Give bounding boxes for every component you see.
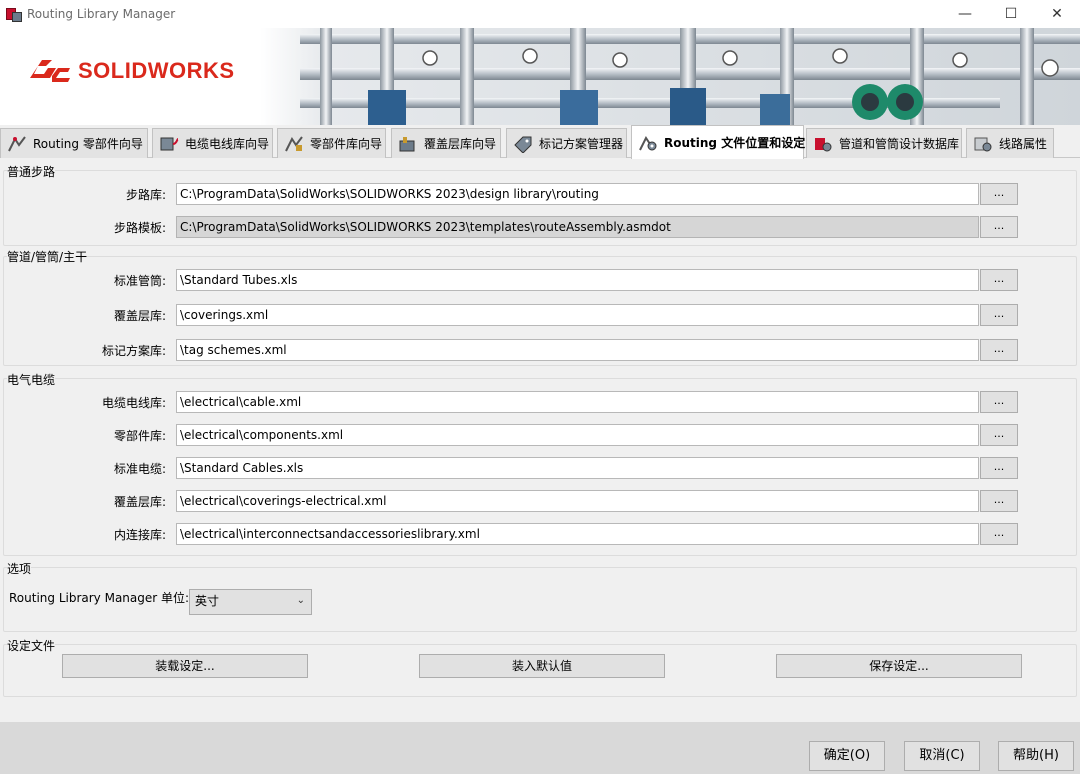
standard-cables-label: 标准电缆: [113, 462, 166, 476]
load-settings-button[interactable]: 装载设定... [62, 654, 308, 678]
tab-bar: Routing 零部件向导 电缆电线库向导 零部件库向导 覆盖层库向导 标记方案… [0, 125, 1080, 159]
maximize-icon: ☐ [1004, 6, 1018, 22]
section-title-config: 设定文件 [7, 637, 56, 654]
cable-library-icon [160, 137, 179, 150]
chevron-down-icon: ⌄ [296, 595, 305, 606]
section-title-options: 选项 [7, 560, 32, 577]
browse-button[interactable]: ... [980, 424, 1018, 446]
tab-label: 管道和管筒设计数据库 [839, 137, 960, 151]
title-bar: Routing Library Manager — ☐ ✕ [0, 0, 1080, 28]
covering-library-icon [399, 136, 415, 151]
coverings-library-path-field[interactable]: \coverings.xml [176, 304, 979, 326]
tag-scheme-library-label: 标记方案库: [101, 344, 166, 358]
tab-label: Routing 文件位置和设定 [664, 136, 806, 150]
coverings-library-label: 覆盖层库: [113, 309, 166, 323]
window-title: Routing Library Manager [27, 7, 176, 21]
app-icon [6, 6, 22, 22]
file-location-settings-icon [639, 135, 657, 150]
tab-cable-library-wizard[interactable]: 电缆电线库向导 [152, 128, 273, 158]
pipes-photo [260, 28, 1080, 125]
minimize-button[interactable]: — [942, 0, 988, 28]
browse-button[interactable]: ... [980, 269, 1018, 291]
tab-covering-library-wizard[interactable]: 覆盖层库向导 [391, 128, 501, 158]
tab-label: 标记方案管理器 [539, 137, 624, 151]
components-library-label: 零部件库: [113, 429, 166, 443]
routing-template-label: 步路模板: [113, 221, 166, 235]
browse-button[interactable]: ... [980, 391, 1018, 413]
tab-pipe-tube-design-database[interactable]: 管道和管筒设计数据库 [806, 128, 962, 158]
tab-routing-file-locations-settings[interactable]: Routing 文件位置和设定 [631, 125, 806, 159]
interconnect-library-path-field[interactable]: \electrical\interconnectsandaccessoriesl… [176, 523, 979, 545]
standard-cables-path-field[interactable]: \Standard Cables.xls [176, 457, 979, 479]
browse-button[interactable]: ... [980, 183, 1018, 205]
ok-button[interactable]: 确定(O) [809, 741, 885, 771]
tab-route-properties[interactable]: 线路属性 [966, 128, 1054, 158]
maximize-button[interactable]: ☐ [988, 0, 1034, 28]
tag-scheme-library-path-field[interactable]: \tag schemes.xml [176, 339, 979, 361]
section-title-pipe: 管道/管筒/主干 [7, 248, 88, 265]
tab-label: Routing 零部件向导 [33, 137, 143, 151]
standard-tubes-path-field[interactable]: \Standard Tubes.xls [176, 269, 979, 291]
tab-component-library-wizard[interactable]: 零部件库向导 [277, 128, 386, 158]
cable-library-label: 电缆电线库: [101, 396, 166, 410]
routing-component-icon [8, 135, 26, 151]
browse-button[interactable]: ... [980, 216, 1018, 238]
electrical-coverings-path-field[interactable]: \electrical\coverings-electrical.xml [176, 490, 979, 512]
routing-template-path-field: C:\ProgramData\SolidWorks\SOLIDWORKS 202… [176, 216, 979, 238]
standard-tubes-label: 标准管筒: [113, 274, 166, 288]
units-selected-value: 英寸 [195, 594, 220, 608]
tab-label: 线路属性 [999, 137, 1048, 151]
close-button[interactable]: ✕ [1034, 0, 1080, 28]
section-title-general: 普通步路 [7, 163, 56, 180]
tab-label: 覆盖层库向导 [424, 137, 497, 151]
browse-button[interactable]: ... [980, 490, 1018, 512]
units-select[interactable]: 英寸 ⌄ [189, 589, 312, 615]
load-defaults-button[interactable]: 装入默认值 [419, 654, 665, 678]
header-banner: SOLIDWORKS [0, 28, 1080, 125]
tab-label: 零部件库向导 [310, 137, 383, 151]
logo-text: SOLIDWORKS [78, 58, 235, 83]
pipe-database-icon [815, 137, 832, 151]
tag-scheme-icon [514, 136, 532, 153]
electrical-coverings-label: 覆盖层库: [113, 495, 166, 509]
section-title-electrical: 电气电缆 [7, 371, 56, 388]
tab-tag-scheme-manager[interactable]: 标记方案管理器 [506, 128, 627, 158]
components-library-path-field[interactable]: \electrical\components.xml [176, 424, 979, 446]
help-button[interactable]: 帮助(H) [998, 741, 1074, 771]
cable-library-path-field[interactable]: \electrical\cable.xml [176, 391, 979, 413]
tab-routing-component-wizard[interactable]: Routing 零部件向导 [0, 128, 148, 158]
routing-library-path-field[interactable]: C:\ProgramData\SolidWorks\SOLIDWORKS 202… [176, 183, 979, 205]
tab-label: 电缆电线库向导 [185, 137, 270, 151]
minimize-icon: — [958, 6, 972, 22]
component-library-icon [285, 135, 303, 151]
browse-button[interactable]: ... [980, 523, 1018, 545]
routing-library-label: 步路库: [125, 188, 166, 202]
route-properties-icon [974, 137, 992, 151]
units-label: Routing Library Manager 单位: [9, 591, 190, 605]
solidworks-logo: SOLIDWORKS [28, 56, 235, 86]
browse-button[interactable]: ... [980, 339, 1018, 361]
browse-button[interactable]: ... [980, 457, 1018, 479]
save-settings-button[interactable]: 保存设定... [776, 654, 1022, 678]
browse-button[interactable]: ... [980, 304, 1018, 326]
close-icon: ✕ [1051, 6, 1063, 22]
ds-logo-icon [30, 60, 70, 82]
cancel-button[interactable]: 取消(C) [904, 741, 980, 771]
interconnect-library-label: 内连接库: [113, 528, 166, 542]
